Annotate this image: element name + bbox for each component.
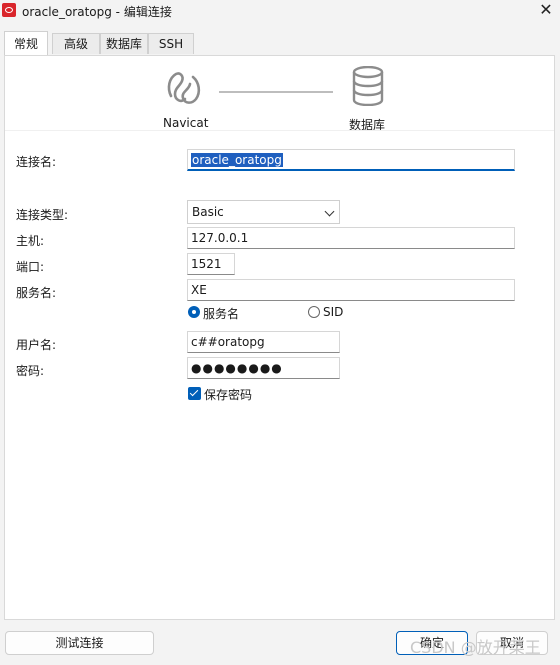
general-panel: Navicat 数据库 连接名: oracle_oratopg 连接类型: Ba…	[4, 55, 555, 620]
connection-type-label: 连接类型:	[16, 208, 69, 222]
sid-radio[interactable]	[308, 306, 320, 318]
username-input[interactable]: c##oratopg	[187, 331, 340, 353]
service-name-input[interactable]: XE	[187, 279, 515, 301]
watermark-text: CSDN @放开菜王	[410, 638, 541, 657]
sid-radio-label[interactable]: SID	[323, 305, 343, 319]
title-bar: oracle_oratopg - 编辑连接 ✕	[0, 0, 560, 22]
database-icon	[352, 66, 384, 106]
service-name-label: 服务名:	[16, 286, 57, 300]
tab-advanced[interactable]: 高级	[52, 33, 100, 54]
navicat-label: Navicat	[163, 116, 209, 130]
connection-type-value: Basic	[192, 205, 224, 219]
service-name-radio[interactable]	[188, 306, 200, 318]
chevron-down-icon	[324, 206, 335, 217]
tab-general[interactable]: 常规	[4, 31, 48, 55]
connection-banner: Navicat 数据库	[5, 56, 554, 132]
port-label: 端口:	[16, 260, 45, 274]
host-label: 主机:	[16, 234, 45, 248]
navicat-icon	[167, 72, 201, 104]
password-input[interactable]: ●●●●●●●●	[187, 357, 340, 379]
service-name-radio-label[interactable]: 服务名	[203, 305, 239, 322]
test-connection-button[interactable]: 测试连接	[5, 631, 154, 655]
connection-name-value: oracle_oratopg	[191, 153, 283, 167]
connection-name-label: 连接名:	[16, 155, 57, 169]
banner-divider	[5, 130, 554, 131]
password-label: 密码:	[16, 364, 45, 378]
save-password-label[interactable]: 保存密码	[204, 386, 252, 403]
connection-type-select[interactable]: Basic	[187, 200, 340, 224]
close-icon[interactable]: ✕	[536, 0, 556, 20]
tab-ssh[interactable]: SSH	[148, 33, 194, 54]
save-password-checkbox[interactable]	[188, 387, 201, 400]
username-label: 用户名:	[16, 338, 57, 352]
port-input[interactable]: 1521	[187, 253, 235, 275]
window-title: oracle_oratopg - 编辑连接	[22, 5, 172, 19]
host-input[interactable]: 127.0.0.1	[187, 227, 515, 249]
tab-database[interactable]: 数据库	[100, 33, 148, 54]
oracle-icon	[2, 3, 16, 17]
connection-name-input[interactable]: oracle_oratopg	[187, 149, 515, 171]
connection-line	[219, 91, 333, 93]
